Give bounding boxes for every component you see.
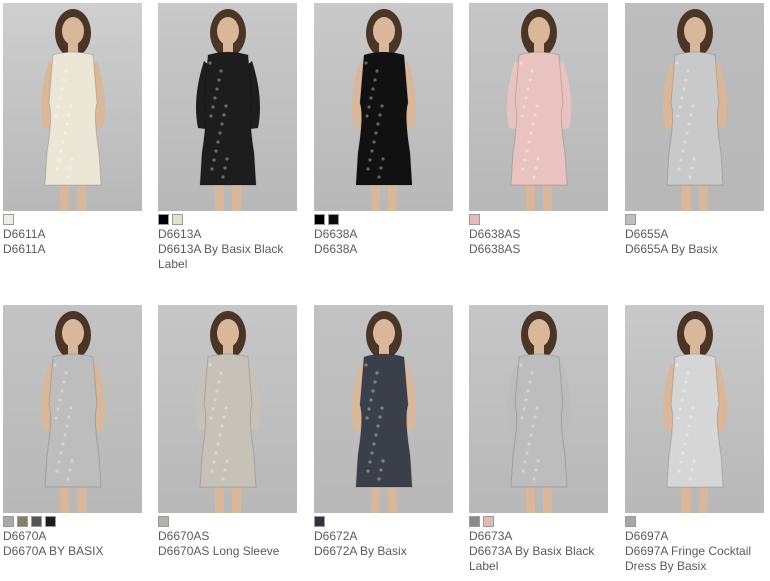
color-swatch[interactable]	[31, 516, 42, 527]
color-swatch[interactable]	[625, 214, 636, 225]
product-name-link[interactable]: D6670AS Long Sleeve	[158, 544, 308, 559]
dress-shape	[355, 353, 413, 488]
product-image[interactable]	[469, 305, 608, 513]
dress-shape	[355, 51, 413, 186]
product-sku: D6673A	[469, 529, 513, 543]
color-swatches	[469, 516, 609, 527]
dress-shape	[510, 51, 568, 186]
product-name-link[interactable]: D6638AS	[469, 242, 619, 257]
dress-shape	[666, 353, 724, 488]
color-swatch[interactable]	[483, 516, 494, 527]
color-swatches	[625, 214, 765, 225]
color-swatches	[314, 516, 454, 527]
product-name-link[interactable]: D6638A	[314, 242, 464, 257]
product-grid: D6611A D6611A D6613A D6613A By Basix Black…	[0, 0, 770, 581]
product-card[interactable]: D6655A D6655A By Basix	[625, 3, 765, 257]
product-card[interactable]: D6638AS D6638AS	[469, 3, 609, 257]
color-swatch[interactable]	[314, 516, 325, 527]
product-sku: D6638A	[314, 227, 358, 241]
color-swatches	[3, 214, 143, 225]
color-swatches	[625, 516, 765, 527]
product-card[interactable]: D6670A D6670A BY BASIX	[3, 305, 143, 559]
product-sku: D6655A	[625, 227, 669, 241]
product-sku: D6697A	[625, 529, 669, 543]
dress-shape	[199, 353, 257, 488]
color-swatch[interactable]	[158, 214, 169, 225]
dress-shape	[44, 51, 102, 186]
product-sku: D6670A	[3, 529, 47, 543]
color-swatch[interactable]	[314, 214, 325, 225]
color-swatches	[3, 516, 143, 527]
dress-shape	[44, 353, 102, 488]
product-card[interactable]: D6613A D6613A By Basix Black Label	[158, 3, 298, 272]
color-swatch[interactable]	[469, 516, 480, 527]
color-swatch[interactable]	[625, 516, 636, 527]
color-swatch[interactable]	[158, 516, 169, 527]
color-swatch[interactable]	[3, 516, 14, 527]
color-swatches	[158, 516, 298, 527]
color-swatch[interactable]	[328, 214, 339, 225]
product-card[interactable]: D6697A D6697A Fringe Cocktail Dress By Ba…	[625, 305, 765, 574]
product-image[interactable]	[314, 305, 453, 513]
product-image[interactable]	[158, 305, 297, 513]
color-swatch[interactable]	[45, 516, 56, 527]
product-sku: D6613A	[158, 227, 202, 241]
color-swatch[interactable]	[172, 214, 183, 225]
dress-shape	[199, 51, 257, 186]
product-name-link[interactable]: D6672A By Basix	[314, 544, 464, 559]
color-swatches	[314, 214, 454, 225]
product-card[interactable]: D6611A D6611A	[3, 3, 143, 257]
product-name-link[interactable]: D6613A By Basix Black Label	[158, 242, 308, 272]
product-image[interactable]	[625, 3, 764, 211]
product-image[interactable]	[3, 305, 142, 513]
product-sku: D6638AS	[469, 227, 521, 241]
product-image[interactable]	[158, 3, 297, 211]
color-swatches	[158, 214, 298, 225]
product-card[interactable]: D6672A D6672A By Basix	[314, 305, 454, 559]
color-swatch[interactable]	[3, 214, 14, 225]
product-image[interactable]	[625, 305, 764, 513]
product-card[interactable]: D6670AS D6670AS Long Sleeve	[158, 305, 298, 559]
product-name-link[interactable]: D6655A By Basix	[625, 242, 770, 257]
product-image[interactable]	[314, 3, 453, 211]
color-swatch[interactable]	[17, 516, 28, 527]
product-image[interactable]	[3, 3, 142, 211]
product-name-link[interactable]: D6611A	[3, 242, 153, 257]
color-swatch[interactable]	[469, 214, 480, 225]
product-card[interactable]: D6638A D6638A	[314, 3, 454, 257]
product-card[interactable]: D6673A D6673A By Basix Black Label	[469, 305, 609, 574]
product-sku: D6670AS	[158, 529, 210, 543]
dress-shape	[666, 51, 724, 186]
product-name-link[interactable]: D6697A Fringe Cocktail Dress By Basix	[625, 544, 770, 574]
product-name-link[interactable]: D6670A BY BASIX	[3, 544, 153, 559]
product-sku: D6611A	[3, 227, 46, 241]
product-sku: D6672A	[314, 529, 358, 543]
color-swatches	[469, 214, 609, 225]
product-name-link[interactable]: D6673A By Basix Black Label	[469, 544, 619, 574]
product-image[interactable]	[469, 3, 608, 211]
dress-shape	[510, 353, 568, 488]
